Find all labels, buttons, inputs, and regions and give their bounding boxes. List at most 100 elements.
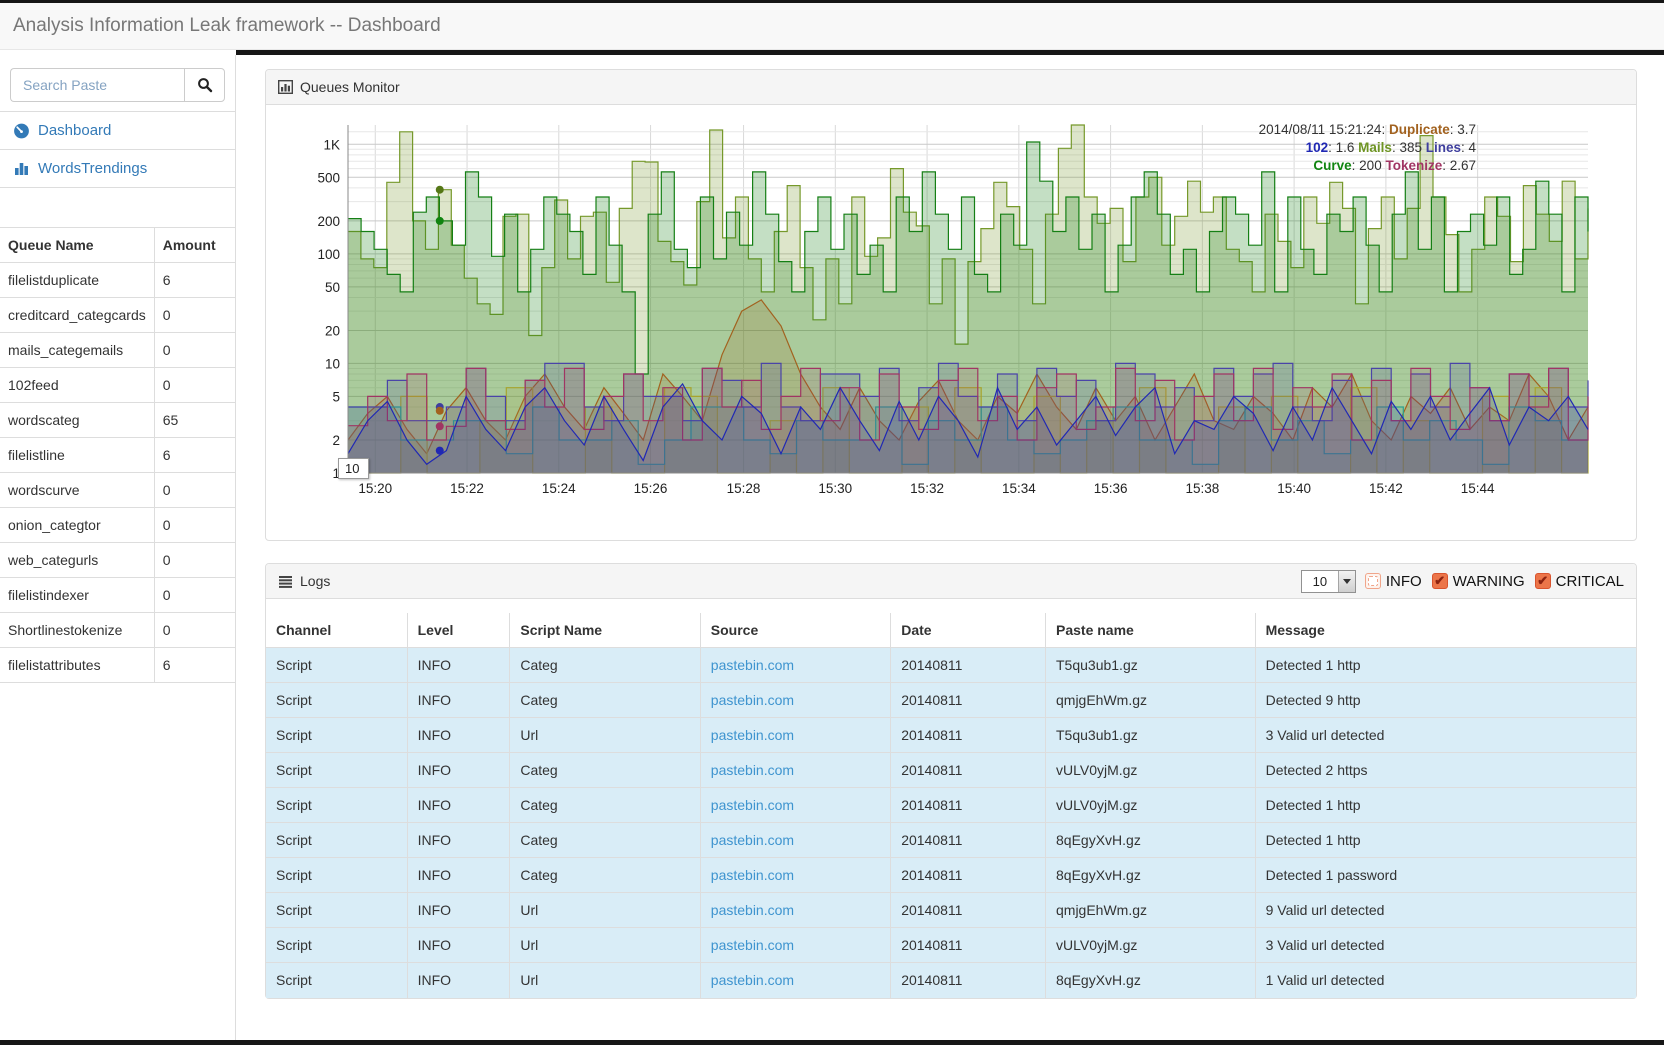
log-source-cell: pastebin.com (700, 788, 890, 823)
queue-amount-cell: 0 (154, 298, 235, 333)
filter-info-checkbox[interactable]: INFO (1365, 573, 1422, 590)
source-link[interactable]: pastebin.com (711, 797, 794, 813)
queue-amount-cell: 0 (154, 473, 235, 508)
source-link[interactable]: pastebin.com (711, 727, 794, 743)
search-button[interactable] (184, 68, 225, 102)
queue-name-cell: filelistindexer (0, 578, 154, 613)
table-row: filelistattributes6 (0, 648, 235, 683)
bar-chart-icon (13, 160, 30, 177)
x-axis-tick-label: 15:26 (634, 481, 668, 496)
roll-period-input[interactable]: 10 (338, 458, 369, 479)
log-cell: Script (266, 788, 407, 823)
x-axis-tick-label: 15:38 (1185, 481, 1219, 496)
filter-critical-checkbox[interactable]: CRITICAL (1535, 573, 1624, 590)
log-cell: Script (266, 718, 407, 753)
legend-line: 2014/08/11 15:21:24: Duplicate: 3.7 (1259, 121, 1476, 139)
log-cell: T5qu3ub1.gz (1046, 648, 1256, 683)
log-cell: 20140811 (891, 823, 1046, 858)
filter-label: WARNING (1453, 573, 1525, 590)
queues-monitor-chart[interactable]: 1251020501002005001K15:2015:2215:2415:26… (278, 117, 1626, 527)
source-link[interactable]: pastebin.com (711, 972, 794, 988)
log-cell: Categ (510, 788, 700, 823)
source-link[interactable]: pastebin.com (711, 762, 794, 778)
queue-table-header-row: Queue Name Amount (0, 228, 235, 263)
log-row: ScriptINFOCategpastebin.com20140811vULV0… (266, 788, 1636, 823)
queue-name-cell: filelistline (0, 438, 154, 473)
y-axis-tick-label: 50 (325, 280, 340, 295)
selected-point-102 (436, 447, 444, 455)
queue-name-cell: onion_categtor (0, 508, 154, 543)
log-cell: Categ (510, 823, 700, 858)
log-cell: INFO (407, 858, 510, 893)
sidebar-item-dashboard[interactable]: Dashboard (0, 112, 235, 150)
table-row: wordscateg65 (0, 403, 235, 438)
table-row: wordscurve0 (0, 473, 235, 508)
log-cell: Url (510, 928, 700, 963)
source-link[interactable]: pastebin.com (711, 937, 794, 953)
table-row: onion_categtor0 (0, 508, 235, 543)
filter-warning-checkbox[interactable]: WARNING (1432, 573, 1525, 590)
x-axis-tick-label: 15:40 (1277, 481, 1311, 496)
queue-amount-cell: 0 (154, 368, 235, 403)
y-axis-tick-label: 2 (332, 433, 340, 448)
chevron-down-icon (1338, 571, 1355, 592)
log-cell: 8qEgyXvH.gz (1046, 963, 1256, 998)
sidebar-item-label: Dashboard (38, 122, 111, 139)
filter-label: INFO (1386, 573, 1422, 590)
log-cell: qmjgEhWm.gz (1046, 683, 1256, 718)
list-lines-icon (278, 575, 293, 588)
log-cell: 20140811 (891, 858, 1046, 893)
x-axis-tick-label: 15:34 (1002, 481, 1036, 496)
source-link[interactable]: pastebin.com (711, 657, 794, 673)
panel-title: Queues Monitor (300, 79, 400, 95)
log-cell: vULV0yjM.gz (1046, 753, 1256, 788)
log-cell: INFO (407, 753, 510, 788)
source-link[interactable]: pastebin.com (711, 692, 794, 708)
source-link[interactable]: pastebin.com (711, 832, 794, 848)
log-cell: T5qu3ub1.gz (1046, 718, 1256, 753)
log-row: ScriptINFOCategpastebin.com20140811qmjgE… (266, 683, 1636, 718)
amount-column-header: Amount (154, 228, 235, 263)
queue-name-column-header: Queue Name (0, 228, 154, 263)
log-level-filters: INFO WARNING CRITICAL (1365, 573, 1624, 590)
log-source-cell: pastebin.com (700, 648, 890, 683)
queues-monitor-heading: Queues Monitor (266, 70, 1636, 105)
table-row: creditcard_categcards0 (0, 298, 235, 333)
queue-name-cell: creditcard_categcards (0, 298, 154, 333)
log-source-cell: pastebin.com (700, 823, 890, 858)
page-size-select[interactable]: 10 (1301, 570, 1356, 593)
log-source-cell: pastebin.com (700, 683, 890, 718)
search-icon (197, 77, 213, 93)
bottom-black-bar (0, 1040, 1664, 1045)
log-cell: Script (266, 858, 407, 893)
log-cell: Script (266, 963, 407, 998)
log-cell: Detected 1 http (1255, 788, 1636, 823)
page-header: Analysis Information Leak framework -- D… (0, 3, 1664, 50)
log-cell: INFO (407, 823, 510, 858)
log-source-cell: pastebin.com (700, 858, 890, 893)
source-link[interactable]: pastebin.com (711, 902, 794, 918)
search-input[interactable] (10, 68, 184, 102)
log-cell: 1 Valid url detected (1255, 963, 1636, 998)
log-cell: 20140811 (891, 683, 1046, 718)
logs-heading: Logs 10 INFOWARNINGCRITICAL (266, 564, 1636, 599)
log-cell: Detected 1 http (1255, 823, 1636, 858)
x-axis-tick-label: 15:22 (450, 481, 484, 496)
log-cell: INFO (407, 683, 510, 718)
y-axis-tick-label: 10 (325, 356, 340, 371)
legend-line: Curve: 200 Tokenize: 2.67 (1259, 157, 1476, 175)
y-axis-tick-label: 5 (332, 389, 340, 404)
sidebar: Dashboard WordsTrendings Queue Name Amou… (0, 55, 236, 1040)
y-axis-tick-label: 1K (323, 137, 340, 152)
sidebar-item-wordstrendings[interactable]: WordsTrendings (0, 150, 235, 188)
log-cell: 9 Valid url detected (1255, 893, 1636, 928)
queue-name-cell: wordscateg (0, 403, 154, 438)
log-row: ScriptINFOCategpastebin.com20140811T5qu3… (266, 648, 1636, 683)
log-source-cell: pastebin.com (700, 928, 890, 963)
source-link[interactable]: pastebin.com (711, 867, 794, 883)
log-cell: Url (510, 718, 700, 753)
queue-amount-cell: 6 (154, 438, 235, 473)
log-cell: INFO (407, 788, 510, 823)
log-cell: 20140811 (891, 753, 1046, 788)
log-cell: Detected 1 password (1255, 858, 1636, 893)
